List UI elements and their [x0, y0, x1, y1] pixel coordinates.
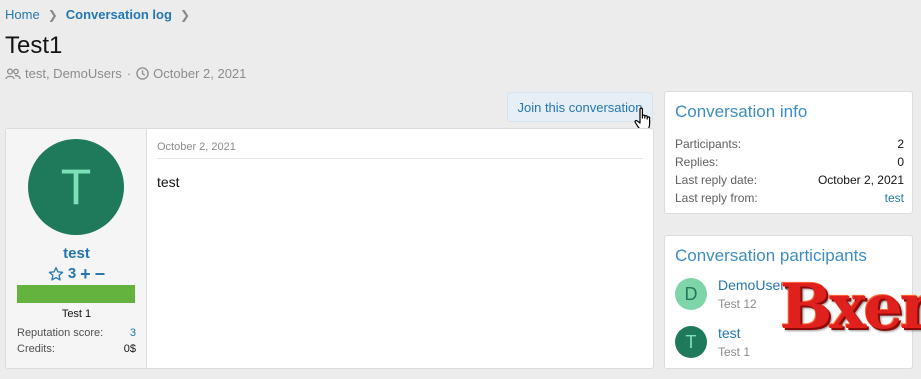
divider [157, 158, 643, 159]
block-title: Conversation info [675, 102, 808, 121]
info-pairs: Participants: 2 Replies: 0 Last reply da… [675, 137, 904, 209]
chevron-right-icon: ❯ [179, 7, 190, 22]
star-icon [48, 266, 64, 281]
info-label: Replies: [675, 155, 719, 169]
user-stats: Reputation score: 3 Credits: 0$ [17, 327, 136, 359]
join-conversation-button[interactable]: Join this conversation [507, 92, 653, 122]
message-date[interactable]: October 2, 2021 [157, 141, 236, 153]
meta-separator: · [126, 66, 132, 81]
info-value: 2 [897, 137, 904, 151]
user-banner-bar [17, 285, 135, 303]
message-username[interactable]: test [6, 245, 147, 262]
info-label: Last reply from: [675, 191, 758, 205]
user-title: Test 1 [61, 308, 92, 320]
info-value: October 2, 2021 [817, 173, 904, 187]
participant-title: Test 1 [718, 345, 751, 359]
last-reply-user-link[interactable]: test [885, 191, 904, 209]
minus-rep-button[interactable]: − [95, 265, 106, 283]
avatar[interactable]: T [28, 139, 124, 235]
avatar[interactable]: D [675, 278, 707, 310]
plus-rep-button[interactable]: + [80, 265, 91, 283]
conversation-meta: test, DemoUsers · October 2, 2021 [5, 66, 246, 81]
message-user-cell: T test 3 + − Test 1 Reputation score: 3 … [6, 129, 147, 368]
reputation-rating: 3 + − [6, 265, 147, 283]
breadcrumb: Home ❯ Conversation log ❯ [5, 7, 198, 22]
conversation-date[interactable]: October 2, 2021 [153, 66, 246, 81]
watermark-logo: Bxen [780, 270, 921, 343]
clock-icon [136, 67, 149, 80]
avatar[interactable]: T [675, 326, 707, 358]
stat-row: Credits: 0$ [17, 343, 136, 359]
info-label: Last reply date: [675, 173, 758, 187]
chevron-right-icon: ❯ [47, 7, 58, 22]
users-icon [5, 67, 21, 79]
conversation-info-block: Conversation info Participants: 2 Replie… [664, 91, 913, 214]
block-title: Conversation participants [675, 246, 867, 265]
stat-value[interactable]: 3 [130, 327, 136, 343]
stat-label: Reputation score: [17, 327, 104, 339]
participant-item: T test Test 1 [675, 324, 750, 359]
info-value: 0 [897, 155, 904, 169]
message-main: October 2, 2021 test [147, 129, 653, 368]
participants-meta[interactable]: test, DemoUsers [25, 66, 122, 81]
info-row: Replies: 0 [675, 155, 904, 173]
participant-item: D DemoUsers Test 12 [675, 276, 792, 311]
info-row: Last reply from: test [675, 191, 904, 209]
stat-label: Credits: [17, 343, 55, 355]
breadcrumb-home[interactable]: Home [5, 7, 40, 22]
info-row: Participants: 2 [675, 137, 904, 155]
participant-name[interactable]: test [718, 324, 750, 342]
info-label: Participants: [675, 137, 742, 151]
message: T test 3 + − Test 1 Reputation score: 3 … [5, 128, 654, 369]
page-title: Test1 [5, 32, 63, 59]
stat-value: 0$ [123, 343, 136, 355]
message-body: test [157, 174, 180, 190]
stat-row: Reputation score: 3 [17, 327, 136, 343]
info-row: Last reply date: October 2, 2021 [675, 173, 904, 191]
breadcrumb-conversation-log[interactable]: Conversation log [66, 7, 172, 22]
reputation-value: 3 [67, 265, 77, 282]
